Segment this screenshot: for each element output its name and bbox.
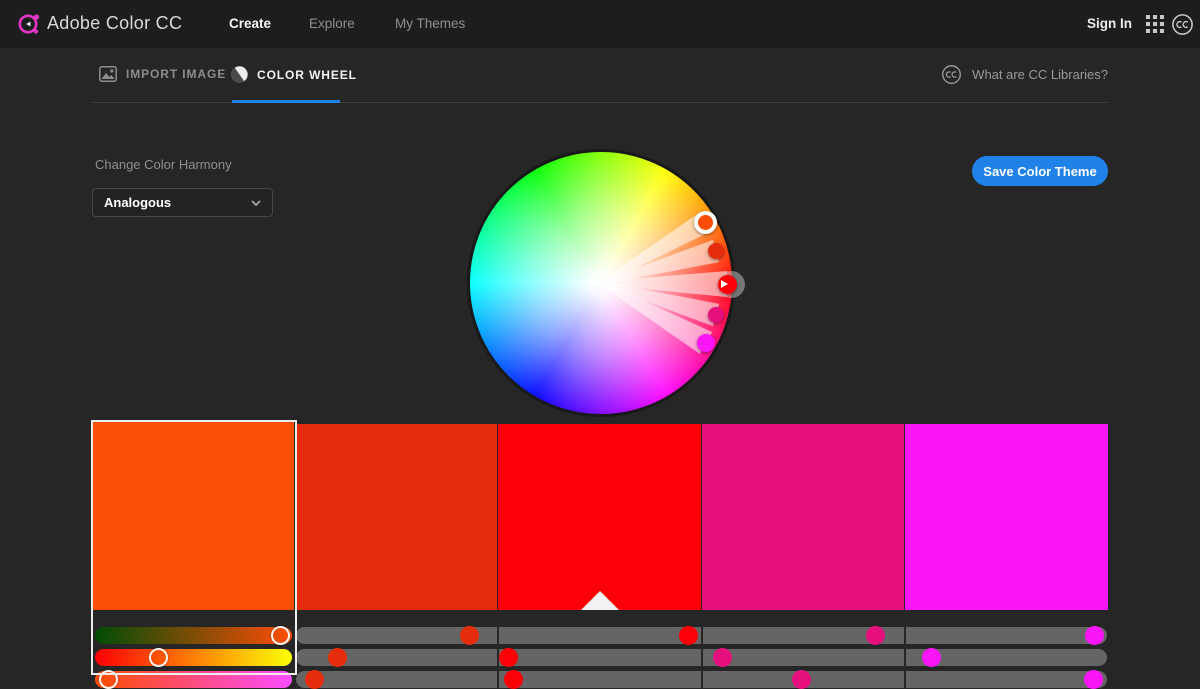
- creative-cloud-icon[interactable]: [1171, 13, 1194, 36]
- slider-handle-g-swatch-1[interactable]: [149, 648, 168, 667]
- base-arrow-icon: [721, 280, 728, 288]
- wheel-handle[interactable]: [694, 211, 717, 234]
- sign-in-button[interactable]: Sign In: [1087, 16, 1132, 31]
- cc-libraries-label: What are CC Libraries?: [972, 67, 1108, 82]
- slider-track-b-swatch-3[interactable]: [499, 671, 700, 688]
- nav-create[interactable]: Create: [229, 16, 271, 31]
- color-swatch-4[interactable]: [702, 424, 904, 610]
- slider-handle-g-swatch-5[interactable]: [922, 648, 941, 667]
- wheel-handle-base[interactable]: [718, 275, 737, 294]
- image-icon: [99, 66, 117, 82]
- active-tab-underline: [232, 100, 340, 103]
- tab-color-wheel[interactable]: COLOR WHEEL: [231, 66, 357, 83]
- slider-handle-b-swatch-3[interactable]: [504, 670, 523, 689]
- slider-handle-b-swatch-4[interactable]: [792, 670, 811, 689]
- color-swatch-3[interactable]: [498, 424, 700, 610]
- wheel-handle[interactable]: [708, 307, 724, 323]
- harmony-dropdown[interactable]: Analogous: [92, 188, 273, 217]
- slider-track-r-swatch-1[interactable]: [95, 627, 292, 644]
- harmony-dropdown-value: Analogous: [104, 195, 171, 210]
- tab-color-wheel-label: COLOR WHEEL: [257, 68, 357, 82]
- tabbar: IMPORT IMAGE COLOR WHEEL What are CC Lib…: [0, 48, 1200, 104]
- slider-handle-r-swatch-1[interactable]: [271, 626, 290, 645]
- color-wheel-icon: [231, 66, 248, 83]
- slider-track-b-swatch-2[interactable]: [296, 671, 497, 688]
- chevron-down-icon: [251, 200, 261, 206]
- slider-track-r-swatch-5[interactable]: [906, 627, 1107, 644]
- base-color-marker: [581, 591, 619, 610]
- color-swatch-1[interactable]: [92, 422, 294, 610]
- topbar: Adobe Color CC Create Explore My Themes …: [0, 0, 1200, 48]
- slider-track-g-swatch-1[interactable]: [95, 649, 292, 666]
- slider-track-g-swatch-3[interactable]: [499, 649, 700, 666]
- slider-track-b-swatch-5[interactable]: [906, 671, 1107, 688]
- wheel-brightness-overlay: [470, 152, 732, 414]
- slider-track-b-swatch-1[interactable]: [95, 671, 292, 688]
- slider-track-r-swatch-3[interactable]: [499, 627, 700, 644]
- color-swatch-5[interactable]: [905, 424, 1108, 610]
- slider-handle-r-swatch-5[interactable]: [1085, 626, 1104, 645]
- harmony-label: Change Color Harmony: [95, 157, 232, 172]
- slider-track-g-swatch-4[interactable]: [703, 649, 904, 666]
- app-title: Adobe Color CC: [47, 13, 182, 34]
- tab-import-image-label: IMPORT IMAGE: [126, 67, 226, 81]
- color-wheel[interactable]: [467, 149, 735, 417]
- cc-libraries-link[interactable]: What are CC Libraries?: [941, 64, 1108, 85]
- adobe-color-logo-icon[interactable]: [16, 11, 42, 37]
- slider-handle-r-swatch-3[interactable]: [679, 626, 698, 645]
- nav-explore[interactable]: Explore: [309, 16, 355, 31]
- tab-import-image[interactable]: IMPORT IMAGE: [99, 66, 226, 82]
- apps-grid-icon[interactable]: [1146, 15, 1164, 33]
- color-swatch-2[interactable]: [295, 424, 497, 610]
- save-color-theme-button[interactable]: Save Color Theme: [972, 156, 1108, 186]
- wheel-handle[interactable]: [697, 334, 715, 352]
- cc-libraries-icon: [941, 64, 962, 85]
- slider-handle-r-swatch-2[interactable]: [460, 626, 479, 645]
- wheel-handle[interactable]: [708, 243, 724, 259]
- nav-my-themes[interactable]: My Themes: [395, 16, 465, 31]
- slider-track-g-swatch-2[interactable]: [296, 649, 497, 666]
